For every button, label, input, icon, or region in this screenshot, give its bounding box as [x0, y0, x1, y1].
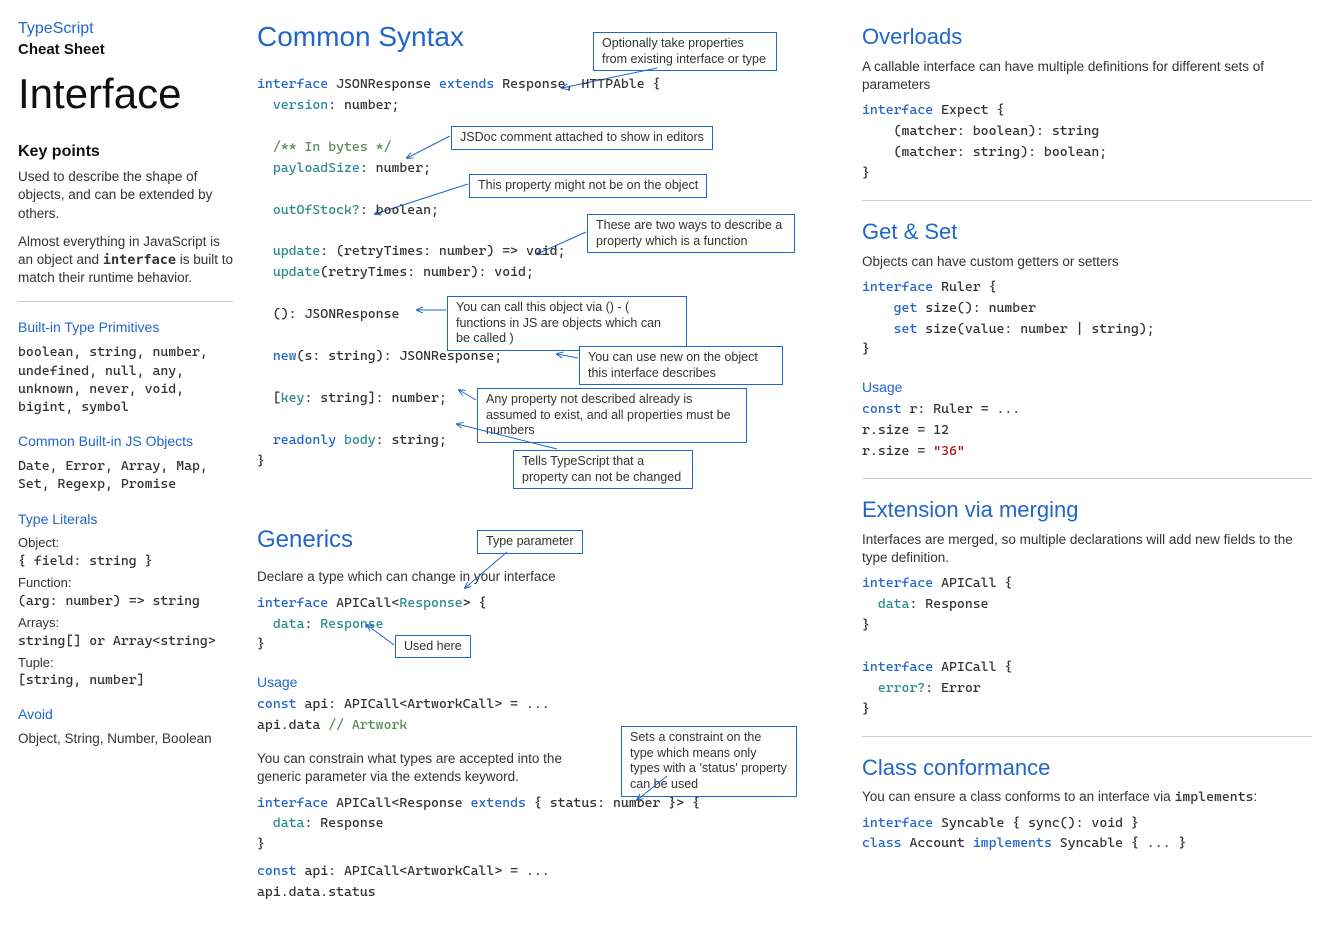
- page: TypeScript Cheat Sheet Interface Key poi…: [0, 0, 1330, 903]
- callout-constraint: Sets a constraint on the type which mean…: [621, 726, 797, 797]
- generics-desc: Declare a type which can change in your …: [257, 568, 838, 586]
- avoid-heading: Avoid: [18, 705, 233, 724]
- divider: [18, 301, 233, 302]
- page-title: Interface: [18, 66, 233, 123]
- getset-code: interface Ruler { get size(): number set…: [862, 277, 1312, 361]
- brand-typescript: TypeScript: [18, 18, 233, 40]
- sidebar: TypeScript Cheat Sheet Interface Key poi…: [18, 18, 233, 903]
- lit-object-label: Object:: [18, 534, 233, 552]
- callout-extends: Optionally take properties from existing…: [593, 32, 777, 71]
- class-conformance-heading: Class conformance: [862, 753, 1312, 783]
- lit-object: { field: string }: [18, 552, 233, 570]
- keypoints-p2: Almost everything in JavaScript is an ob…: [18, 233, 233, 288]
- class-conformance-code: interface Syncable { sync(): void } clas…: [862, 813, 1312, 855]
- lit-arrays: string[] or Array<string>: [18, 632, 233, 650]
- generics-panel: Generics Type parameter Declare a type w…: [257, 524, 838, 903]
- generics-code-4: const api: APICall<ArtworkCall> = ... ap…: [257, 861, 838, 903]
- jsobjects-heading: Common Built-in JS Objects: [18, 432, 233, 451]
- extension-heading: Extension via merging: [862, 495, 1312, 525]
- typeliterals-heading: Type Literals: [18, 510, 233, 529]
- lit-tuple: [string, number]: [18, 671, 233, 689]
- main-column: Common Syntax Optionally take properties…: [257, 18, 838, 903]
- extension-code: interface APICall { data: Response } int…: [862, 573, 1312, 719]
- class-conformance-desc: You can ensure a class conforms to an in…: [862, 788, 1312, 806]
- keypoints-heading: Key points: [18, 141, 233, 163]
- lit-tuple-label: Tuple:: [18, 654, 233, 672]
- callout-typeparam: Type parameter: [477, 530, 583, 554]
- extension-desc: Interfaces are merged, so multiple decla…: [862, 531, 1312, 567]
- avoid-body: Object, String, Number, Boolean: [18, 730, 233, 748]
- generics-heading: Generics: [257, 524, 353, 556]
- callout-usedhere: Used here: [395, 635, 471, 659]
- generics-code-3: interface APICall<Response extends { sta…: [257, 793, 838, 856]
- getset-usage-code: const r: Ruler = ... r.size = 12 r.size …: [862, 399, 1312, 462]
- getset-desc: Objects can have custom getters or sette…: [862, 253, 1312, 271]
- common-syntax-panel: Common Syntax Optionally take properties…: [257, 18, 838, 498]
- divider: [862, 200, 1312, 201]
- overloads-code: interface Expect { (matcher: boolean): s…: [862, 100, 1312, 184]
- generics-usage-heading: Usage: [257, 673, 838, 692]
- primitives-heading: Built-in Type Primitives: [18, 318, 233, 337]
- primitives-body: boolean, string, number, undefined, null…: [18, 343, 233, 416]
- divider: [862, 478, 1312, 479]
- lit-function: (arg: number) => string: [18, 592, 233, 610]
- divider: [862, 736, 1312, 737]
- keypoints-p1: Used to describe the shape of objects, a…: [18, 168, 233, 223]
- getset-usage-heading: Usage: [862, 378, 1312, 397]
- lit-arrays-label: Arrays:: [18, 614, 233, 632]
- brand-cheatsheet: Cheat Sheet: [18, 40, 233, 60]
- generics-code-1: interface APICall<Response> { data: Resp…: [257, 593, 838, 656]
- lit-function-label: Function:: [18, 574, 233, 592]
- jsobjects-body: Date, Error, Array, Map, Set, Regexp, Pr…: [18, 457, 233, 493]
- getset-heading: Get & Set: [862, 217, 1312, 247]
- common-syntax-code: interface JSONResponse extends Response,…: [257, 74, 660, 472]
- overloads-desc: A callable interface can have multiple d…: [862, 58, 1312, 94]
- generics-constrain-desc: You can constrain what types are accepte…: [257, 750, 597, 786]
- right-column: Overloads A callable interface can have …: [862, 18, 1312, 903]
- overloads-heading: Overloads: [862, 22, 1312, 52]
